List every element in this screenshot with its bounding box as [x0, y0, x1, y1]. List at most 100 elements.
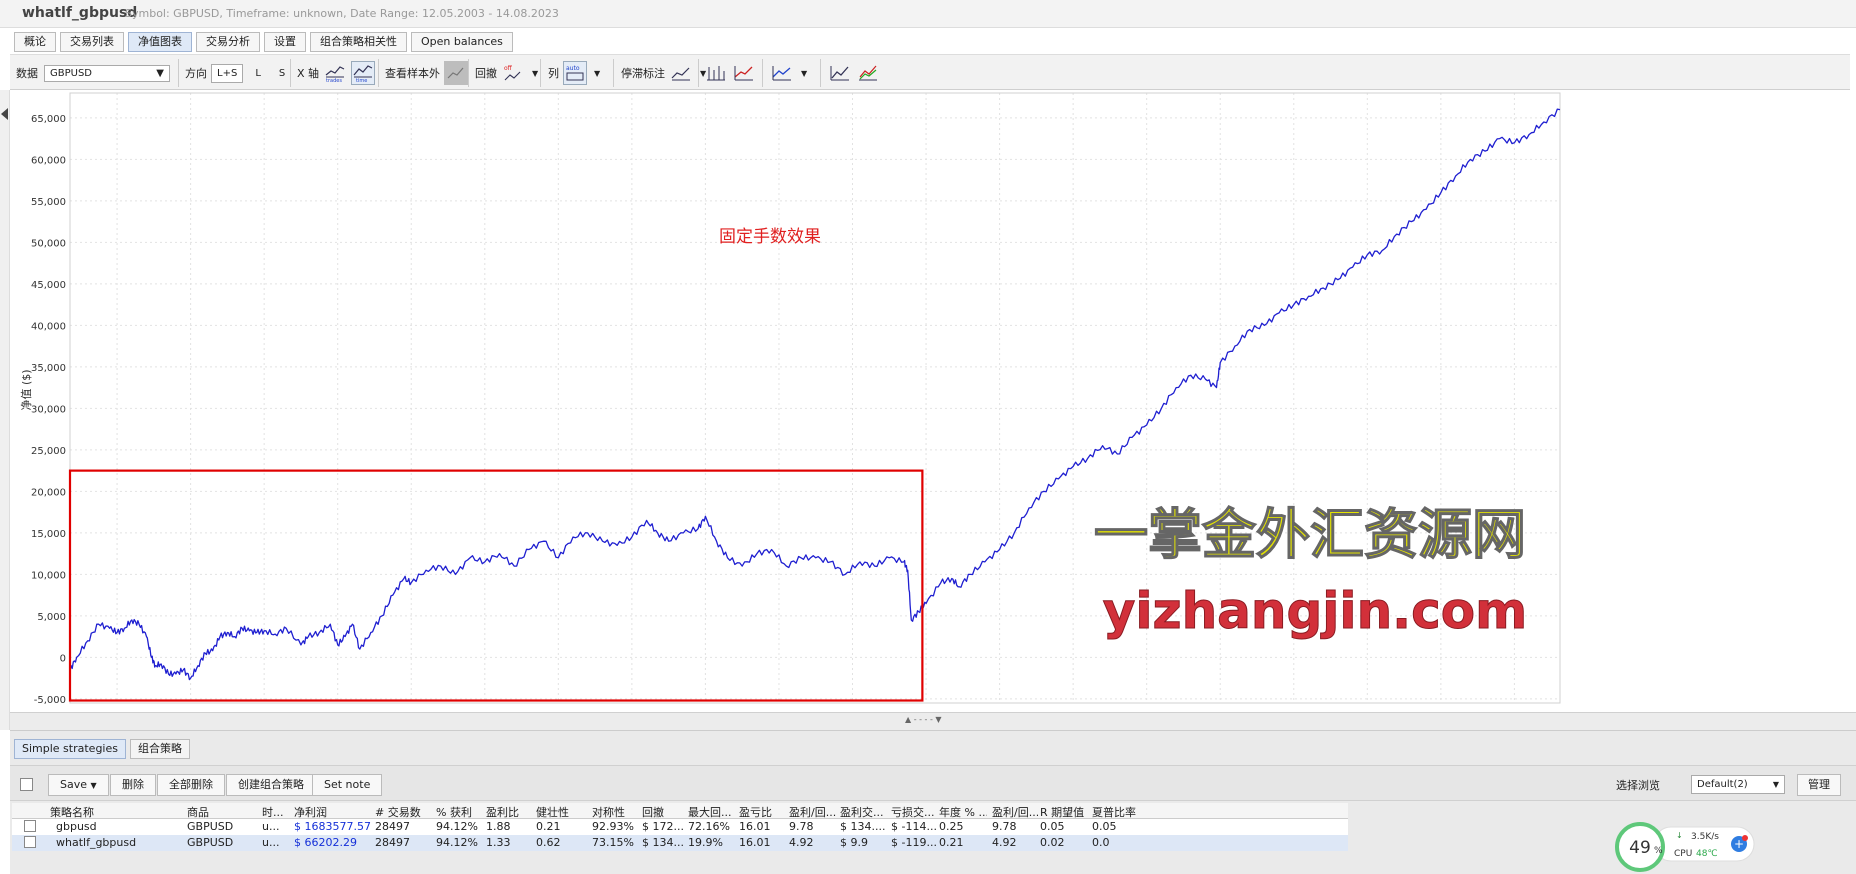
column-header[interactable]: 盈亏比 [739, 804, 787, 820]
column-header[interactable]: 净利润 [294, 804, 372, 820]
x-tick-label: Jan-2010 [535, 709, 580, 710]
tab-trade-list[interactable]: 交易列表 [60, 32, 124, 52]
set-note-button[interactable]: Set note [312, 774, 383, 796]
xaxis-trades-button[interactable]: trades [323, 61, 347, 85]
row-checkbox[interactable] [24, 820, 36, 832]
tab-overview[interactable]: 概论 [14, 32, 56, 52]
chart-type-group: ▼ [770, 55, 807, 91]
tab-open-balances[interactable]: Open balances [411, 32, 513, 52]
net-speed-value: 3.5K/s [1691, 832, 1719, 842]
side-collapse-strip[interactable] [0, 90, 10, 730]
tab-trade-analysis[interactable]: 交易分析 [196, 32, 260, 52]
collapse-arrow-icon[interactable] [1, 108, 8, 120]
y-tick-label: 10,000 [31, 570, 66, 581]
line-chart-button[interactable] [732, 61, 756, 85]
column-header[interactable]: R 期望值 [1040, 804, 1090, 820]
table-cell: 0.21 [939, 836, 964, 849]
table-cell: 94.12% [436, 820, 478, 833]
table-row[interactable]: gbpusd GBPUSD u... $ 1683577.57 28497 94.12% 1… [12, 819, 1348, 835]
system-monitor-widget[interactable]: 49 % ↓ 3.5K/s CPU 48℃ + [1612, 812, 1762, 872]
x-tick-label: Jan-2016 [976, 709, 1021, 710]
stagnation-select[interactable] [669, 61, 693, 85]
save-button-label: Save [60, 778, 88, 791]
column-header[interactable]: 盈利/回... [789, 804, 837, 820]
column-header[interactable]: # 交易数 [375, 804, 433, 820]
pane-splitter[interactable]: ▲ - - - - ▼ [10, 712, 1856, 730]
tab-portfolio-correlation[interactable]: 组合策略相关性 [310, 32, 407, 52]
table-row[interactable]: whatlf_gbpusd GBPUSD u... $ 66202.29 28497 94… [12, 835, 1348, 851]
column-header[interactable]: 对称性 [592, 804, 640, 820]
table-cell: 1.33 [486, 836, 511, 849]
columns-auto-icon: auto [566, 65, 584, 81]
column-header[interactable]: 策略名称 [50, 804, 186, 820]
oos-toggle-button[interactable] [444, 61, 468, 85]
column-header[interactable]: 亏损交... [891, 804, 937, 820]
columns-select[interactable]: auto [563, 61, 587, 85]
svg-text:time: time [356, 78, 367, 83]
direction-ls-button[interactable]: L+S [211, 63, 244, 83]
multi-equity-button[interactable] [856, 61, 880, 85]
column-header[interactable]: 盈利交... [840, 804, 888, 820]
table-cell: GBPUSD [187, 836, 234, 849]
view-select[interactable]: Default(2) ▼ [1691, 775, 1785, 794]
select-all-checkbox[interactable] [20, 778, 33, 791]
column-header[interactable]: 健壮性 [536, 804, 588, 820]
drawdown-select[interactable]: off [501, 61, 525, 85]
x-tick-label: Jan-2004 [94, 709, 139, 710]
drawdown-icon: off [504, 65, 521, 81]
tab-portfolio-strategies[interactable]: 组合策略 [129, 739, 190, 759]
direction-short-button[interactable]: S [273, 64, 291, 83]
x-tick-label: Jan-2017 [1050, 709, 1095, 710]
y-tick-label: 35,000 [31, 363, 66, 374]
chart-toolbar: 数据 GBPUSD ▼ 方向 L+S L S X 轴 trades time 查… [10, 54, 1850, 90]
splitter-grip-icon[interactable]: ▲ - - - - ▼ [905, 715, 942, 724]
xaxis-group: X 轴 trades time [297, 55, 379, 91]
row-checkbox[interactable] [24, 836, 36, 848]
toolbar-divider [820, 59, 821, 87]
column-header[interactable]: 盈利比 [486, 804, 534, 820]
table-cell: whatlf_gbpusd [56, 836, 137, 849]
xaxis-time-button[interactable]: time [351, 61, 376, 85]
toolbar-divider [698, 59, 699, 87]
column-header[interactable]: 时... [262, 804, 290, 820]
bar-chart-button[interactable] [704, 61, 728, 85]
stagnation-icon [671, 67, 690, 81]
x-tick-label: Jan-2007 [314, 709, 359, 710]
chart-type-select[interactable] [770, 61, 794, 85]
results-table: 策略名称 商品 时... 净利润 # 交易数% 获利 盈利比 健壮性 对称性 回撤 最大回... 盈… [12, 803, 1348, 851]
x-tick-label: Jan-2014 [829, 709, 874, 710]
tab-equity-chart[interactable]: 净值图表 [128, 32, 192, 52]
chevron-down-icon[interactable]: ▼ [532, 69, 538, 78]
columns-group: 列 auto ▼ [548, 55, 600, 91]
equity-chart: 65,000 60,000 55,000 50,000 45,000 40,000 35,0… [19, 92, 1561, 710]
column-header[interactable]: % 获利 [436, 804, 484, 820]
column-header[interactable]: 夏普比率 [1092, 804, 1148, 820]
column-header[interactable]: 年度 % ... [939, 804, 987, 820]
cpu-label: CPU [1674, 849, 1692, 859]
table-cell: $ 66202.29 [294, 836, 357, 849]
manage-button[interactable]: 管理 [1797, 774, 1841, 796]
watermark-chinese: 一掌金外汇资源网 [1094, 503, 1526, 566]
single-equity-button[interactable] [828, 61, 852, 85]
chevron-down-icon[interactable]: ▼ [594, 69, 600, 78]
oos-chart-icon [447, 67, 464, 79]
column-header[interactable]: 盈利/回... [992, 804, 1038, 820]
chevron-down-icon[interactable]: ▼ [801, 69, 807, 78]
save-button[interactable]: Save ▼ [48, 774, 109, 796]
delete-all-button[interactable]: 全部删除 [157, 774, 225, 796]
column-header[interactable]: 最大回... [688, 804, 738, 820]
create-portfolio-button[interactable]: 创建组合策略 [226, 774, 316, 796]
delete-button[interactable]: 删除 [110, 774, 156, 796]
table-cell: 4.92 [789, 836, 814, 849]
x-tick-label: Jan-2015 [903, 709, 948, 710]
data-select[interactable]: GBPUSD ▼ [44, 64, 170, 82]
download-arrow-icon: ↓ [1676, 831, 1683, 840]
tab-simple-strategies[interactable]: Simple strategies [14, 739, 126, 759]
toolbar-divider [290, 59, 291, 87]
watermark-url: yizhangjin.com [1103, 582, 1528, 640]
data-group: 数据 GBPUSD ▼ [16, 55, 170, 91]
column-header[interactable]: 商品 [187, 804, 257, 820]
column-header[interactable]: 回撤 [642, 804, 686, 820]
direction-long-button[interactable]: L [249, 64, 267, 83]
tab-settings[interactable]: 设置 [264, 32, 306, 52]
